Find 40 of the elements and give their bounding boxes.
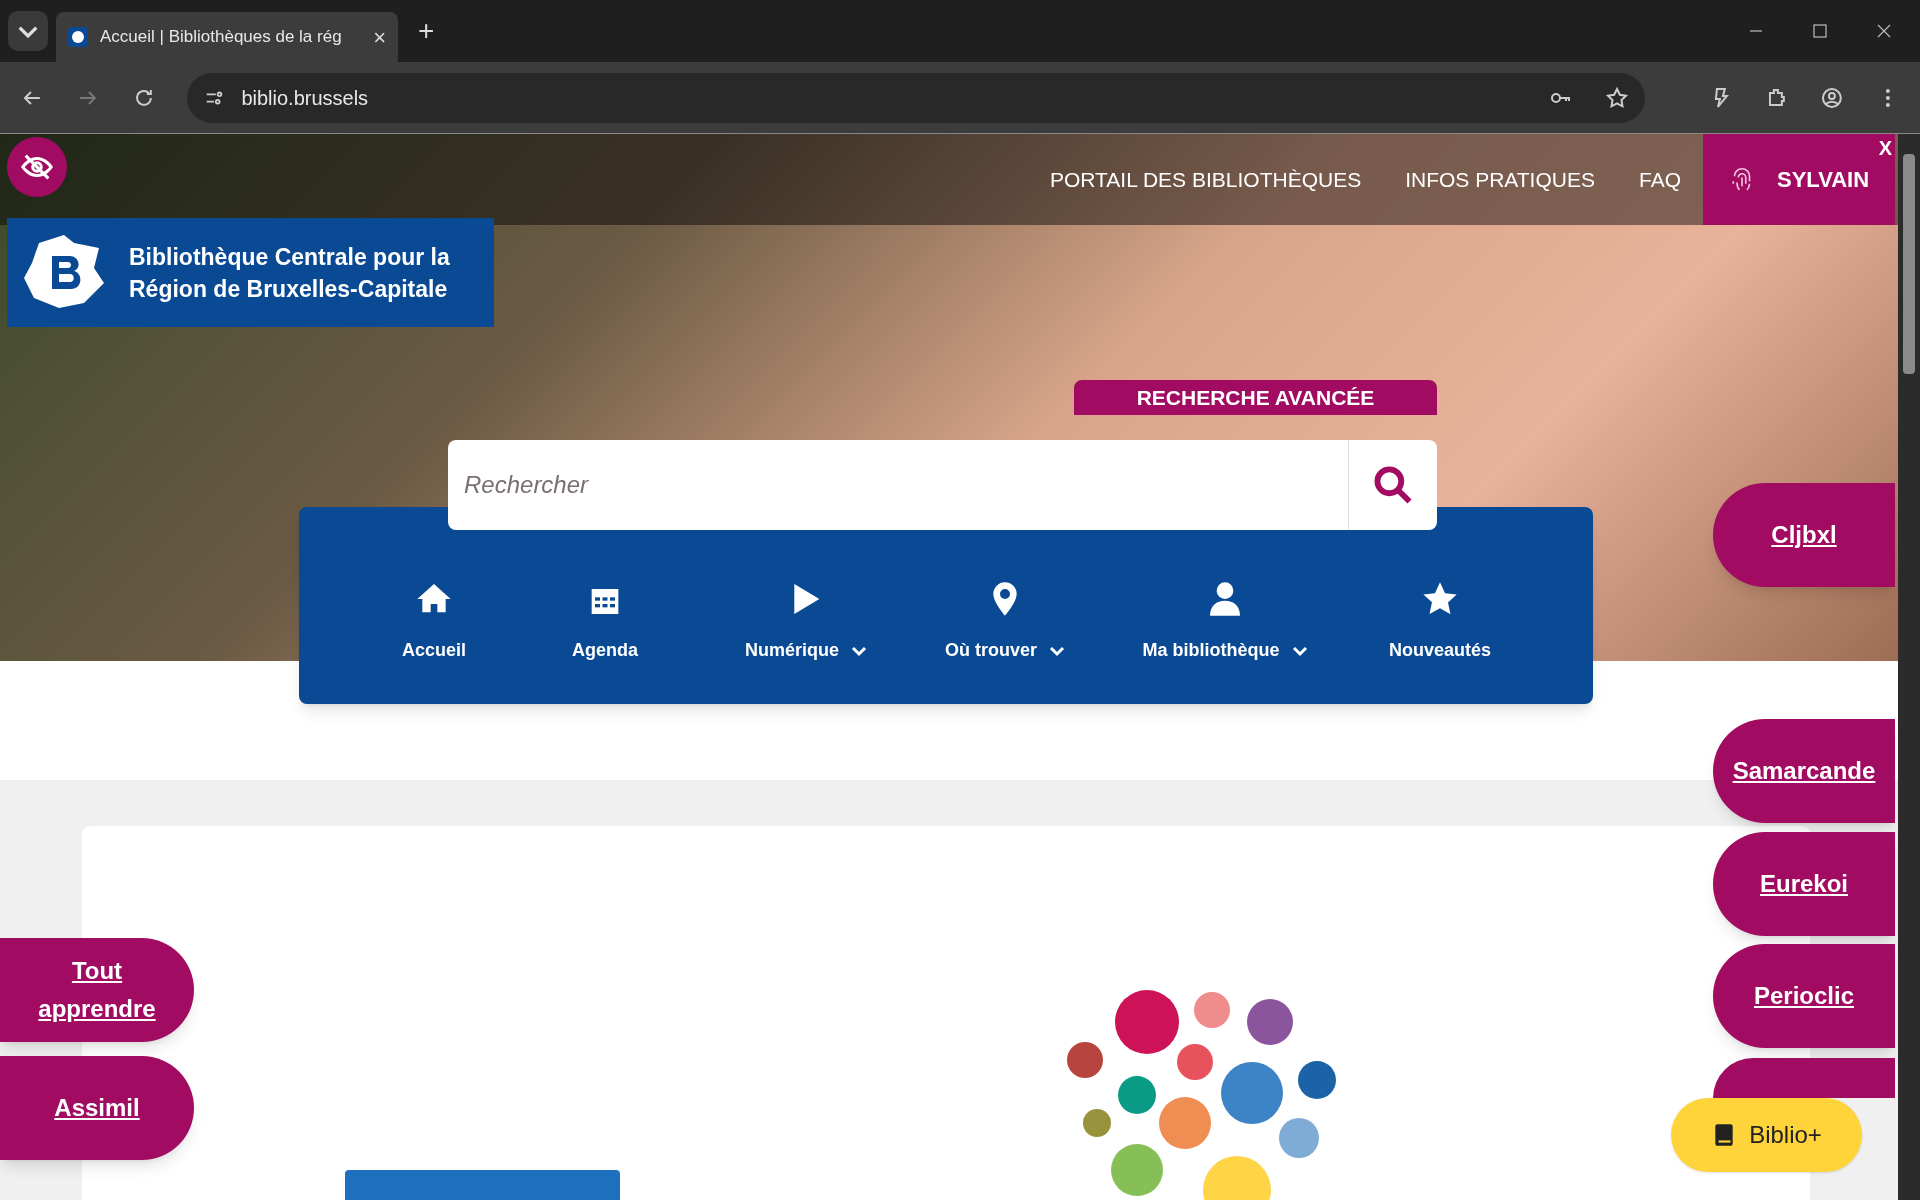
scrollbar[interactable] xyxy=(1898,134,1920,1200)
profile-icon[interactable] xyxy=(1820,85,1845,110)
close-icon[interactable] xyxy=(1876,23,1892,39)
address-bar[interactable]: biblio.brussels xyxy=(187,72,1645,123)
side-link[interactable]: Samarcande xyxy=(1713,719,1895,823)
biblio-plus-button[interactable]: Biblio+ xyxy=(1671,1098,1862,1172)
logo-banner[interactable]: Bibliothèque Centrale pour la Région de Bruxelles-Capitale xyxy=(7,218,494,327)
bookmark-star-icon[interactable] xyxy=(1604,85,1629,110)
user-account-button[interactable]: SYLVAIN xyxy=(1703,149,1874,210)
logo-title: Région de Bruxelles-Capitale xyxy=(129,274,449,304)
tab-close-button[interactable]: × xyxy=(373,20,386,54)
close-button[interactable]: X xyxy=(1878,137,1892,159)
nav-link[interactable]: Numérique xyxy=(745,637,867,664)
side-tab[interactable] xyxy=(1713,1058,1895,1098)
header-link[interactable]: PORTAIL DES BIBLIOTHÈQUES xyxy=(1049,163,1362,196)
new-tab-button[interactable]: + xyxy=(406,10,447,52)
nav-link[interactable]: Où trouver xyxy=(945,637,1065,664)
browser-tab[interactable]: Accueil | Bibliothèques de la rég × xyxy=(56,12,398,62)
side-link[interactable]: Assimil xyxy=(0,1056,194,1160)
advanced-search-tab[interactable]: RECHERCHE AVANCÉE xyxy=(1074,380,1437,415)
url-text: biblio.brussels xyxy=(241,85,369,111)
tab-title: Accueil | Bibliothèques de la rég xyxy=(100,26,342,49)
scrollbar-thumb[interactable] xyxy=(1903,154,1915,374)
side-link[interactable]: Tout apprendre xyxy=(0,938,194,1042)
header-link[interactable]: FAQ xyxy=(1639,163,1681,196)
search-button[interactable] xyxy=(1348,440,1437,530)
site-favicon-icon xyxy=(68,27,88,47)
nav-link[interactable]: Accueil xyxy=(402,637,466,664)
nav-link[interactable]: Nouveautés xyxy=(1388,637,1491,664)
side-link[interactable]: Eurekoi xyxy=(1713,832,1895,936)
logo-title: Bibliothèque Centrale pour la xyxy=(129,242,450,272)
search-field[interactable]: Rechercher xyxy=(448,440,1348,530)
nav-link[interactable]: Agenda xyxy=(572,637,638,664)
side-link[interactable]: Cljbxl xyxy=(1713,483,1895,587)
side-link[interactable]: Perioclic xyxy=(1713,944,1895,1048)
header-link[interactable]: INFOS PRATIQUES xyxy=(1405,163,1595,196)
nav-link[interactable]: Ma bibliothèque xyxy=(1142,637,1308,664)
maximize-icon[interactable] xyxy=(1812,23,1828,39)
tab-list-button[interactable] xyxy=(8,11,48,51)
accessibility-button[interactable] xyxy=(7,137,67,197)
